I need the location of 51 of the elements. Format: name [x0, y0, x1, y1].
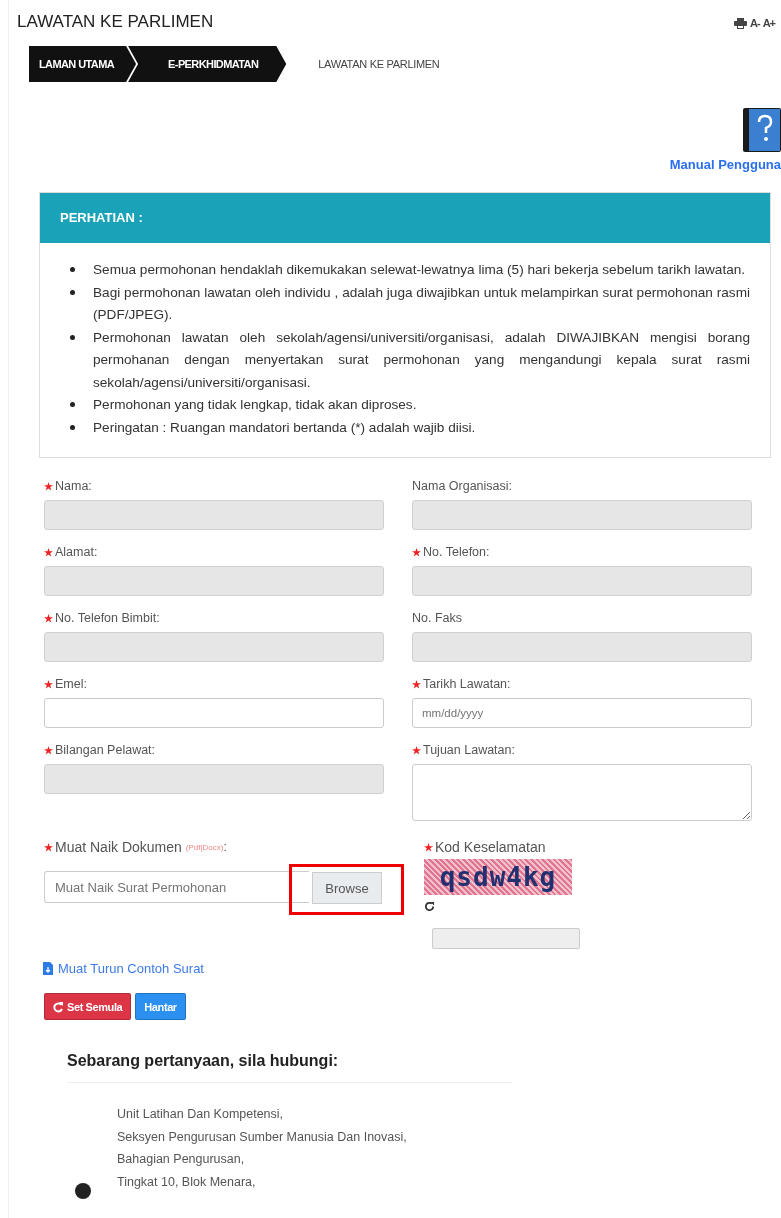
notice-item: Permohonan lawatan oleh sekolah/agensi/universiti/organisasi, adalah DIWAJIBKAN mengisi borang permohanan dengan menyertakan surat permohonan yang mengandungi kepala surat rasmi sekolah/agensi/universiti/organisasi. — [93, 328, 750, 392]
field-label: Nama Organisasi: — [412, 479, 513, 493]
bullet-icon — [70, 334, 75, 340]
label-colon: : — [223, 840, 227, 854]
manual-link[interactable]: Manual Pengguna — [669, 157, 781, 172]
bullet-icon — [70, 402, 75, 407]
refresh-icon[interactable] — [424, 901, 435, 912]
breadcrumb-current: LAWATAN KE PARLIMEN — [317, 58, 440, 70]
reset-button[interactable]: Set Semula — [44, 993, 132, 1020]
field-label: Kod Keselamatan — [435, 839, 546, 855]
address-line: Unit Latihan Dan Kompetensi, — [117, 1106, 285, 1123]
captcha-input[interactable] — [432, 928, 580, 949]
notice-item: Semua permohonan hendaklah dikemukakan selewat-lewatnya lima (5) hari bekerja sebelum tarikh lawatan. — [93, 261, 747, 279]
field-label: Bilangan Pelawat: — [55, 743, 156, 757]
field-label: Tujuan Lawatan: — [423, 743, 515, 757]
captcha-image: qsdw4kg — [424, 859, 572, 895]
notice-item: Peringatan : Ruangan mandatori bertanda (*) adalah wajib diisi. — [93, 418, 477, 437]
bullet-icon — [70, 267, 75, 272]
field-label: Muat Naik Dokumen — [55, 839, 182, 855]
font-increase-button[interactable]: A+ — [762, 17, 775, 29]
address-line: Tingkat 10, Blok Menara, — [117, 1173, 257, 1191]
browse-button[interactable]: Browse — [312, 872, 382, 904]
field-label: Nama: — [55, 479, 92, 493]
page-title: LAWATAN KE PARLIMEN — [17, 12, 214, 32]
file-input[interactable]: Muat Naik Surat Permohonan — [44, 871, 309, 903]
field-label: Alamat: — [55, 545, 98, 559]
field-label: Emel: — [55, 677, 87, 691]
submit-button[interactable]: Hantar — [135, 993, 186, 1020]
breadcrumb-link[interactable]: LAMAN UTAMA — [29, 46, 137, 82]
contact-heading: Sebarang pertanyaan, sila hubungi: — [67, 1052, 512, 1083]
breadcrumb-link[interactable]: E-PERKHIDMATAN — [128, 46, 287, 82]
notice-item: Bagi permohonan lawatan oleh individu , adalah juga diwajibkan untuk melampirkan surat permohonan rasmi (PDF/JPEG). — [93, 283, 750, 324]
notice-title: PERHATIAN : — [60, 210, 143, 225]
file-download-icon — [43, 962, 53, 975]
bullet-icon — [70, 424, 75, 430]
address-line: Bahagian Pengurusan, — [117, 1151, 246, 1168]
field-label: No. Telefon: — [423, 545, 490, 559]
reset-icon — [53, 1000, 64, 1013]
download-link[interactable]: Muat Turun Contoh Surat — [58, 961, 204, 976]
field-label: No. Telefon Bimbit: — [55, 611, 160, 625]
notice-item: Permohonan yang tidak lengkap, tidak akan diproses. — [93, 396, 418, 414]
address-line: Seksyen Pengurusan Sumber Manusia Dan Inovasi, — [117, 1128, 407, 1146]
help-book-icon[interactable] — [743, 108, 781, 152]
font-decrease-button[interactable]: A- — [750, 17, 760, 29]
print-icon[interactable] — [734, 17, 747, 29]
input-field[interactable] — [44, 698, 384, 728]
input-field[interactable]: mm/dd/yyyy — [412, 698, 752, 728]
bullet-icon — [70, 289, 75, 295]
field-label: Tarikh Lawatan: — [423, 677, 511, 691]
text-area[interactable] — [412, 764, 752, 821]
field-label: No. Faks — [412, 611, 462, 625]
